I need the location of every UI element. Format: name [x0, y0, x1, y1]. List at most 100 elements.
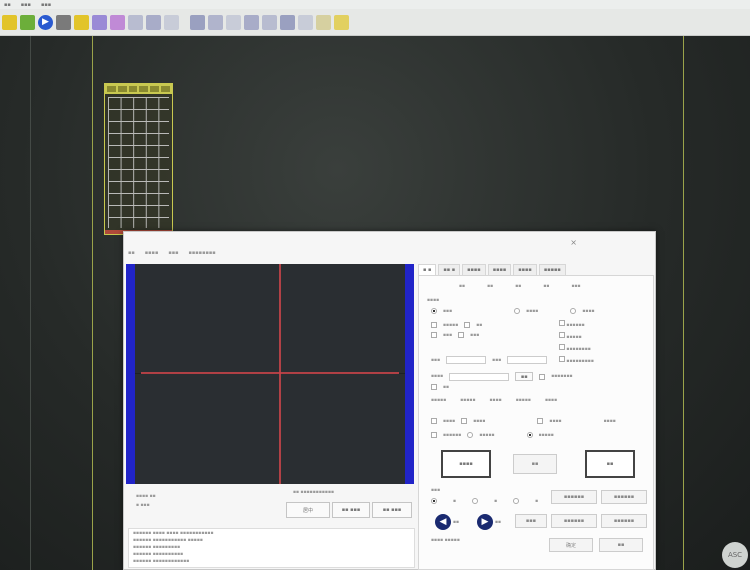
option-checkbox[interactable] [461, 418, 468, 424]
option-checkbox[interactable] [559, 356, 565, 362]
camera-dialog: × ▪▪ ▪▪▪▪ ▪▪▪ ▪▪▪▪▪▪▪▪ ▪▪▪▪ ▪▪ ▪ ▪▪▪ ▪▪ … [123, 231, 656, 570]
option-checkbox[interactable] [559, 332, 565, 338]
option-checkbox[interactable] [431, 322, 437, 328]
tool-icon[interactable] [190, 14, 205, 30]
step-radio[interactable] [431, 498, 437, 504]
step-radio[interactable] [513, 498, 520, 504]
layers-icon[interactable] [56, 14, 71, 30]
confirm-button[interactable]: ▪▪ [585, 450, 635, 478]
option-row: ▪▪▪▪▪ ▪▪▪▪▪ ▪▪▪▪ ▪▪▪▪▪ ▪▪▪▪ [431, 398, 558, 403]
tool-icon[interactable] [262, 14, 277, 30]
value-input[interactable] [507, 356, 548, 364]
close-icon[interactable]: × [570, 238, 577, 247]
menu-item[interactable]: ▪▪ [4, 2, 11, 8]
mode-radio[interactable] [570, 308, 577, 314]
menu-item[interactable]: ▪▪▪ [21, 2, 31, 8]
menu-bar: ▪▪ ▪▪▪ ▪▪▪ [0, 0, 750, 9]
value-input[interactable] [449, 372, 510, 381]
tool-icon[interactable] [146, 14, 161, 30]
tool-icon[interactable] [128, 14, 143, 30]
tool-icon[interactable] [244, 14, 259, 30]
settings-body: ▪▪ ▪▪ ▪▪ ▪▪ ▪▪▪ ▪▪▪▪ ▪▪▪ ▪▪▪▪ ▪▪▪▪ ▪▪▪▪▪ ▪▪ … [418, 275, 654, 570]
option-checkbox[interactable] [431, 418, 437, 424]
shape-icon[interactable] [92, 14, 107, 30]
grid-object[interactable] [104, 83, 173, 235]
cancel-button[interactable]: ▪▪ [599, 538, 643, 552]
capture-button[interactable]: ▪▪ ▪▪▪ [332, 502, 370, 518]
next-button[interactable]: ▪▪ ▪▪▪ [372, 502, 412, 518]
ok-button[interactable]: 确定 [549, 538, 593, 552]
option-checkbox[interactable] [537, 418, 544, 424]
dialog-menu-item[interactable]: ▪▪▪▪▪▪▪▪ [189, 250, 216, 256]
play-icon[interactable]: ▶ [38, 14, 53, 30]
tab[interactable]: ▪ ▪ [418, 264, 437, 275]
corner-badge[interactable]: ASC [722, 542, 748, 568]
option-row: ▪▪▪ ▪▪▪ [431, 332, 479, 338]
move-button[interactable]: ▪▪▪▪▪▪ [551, 490, 597, 504]
dialog-menu-item[interactable]: ▪▪▪ [168, 250, 178, 256]
move-button[interactable]: ▪▪▪▪▪▪ [601, 490, 647, 504]
option-row: ▪▪▪▪ ▪▪▪▪ ▪▪▪▪ ▪▪▪▪ [431, 418, 616, 424]
tab[interactable]: ▪▪▪▪ [513, 264, 537, 275]
option-checkbox[interactable] [431, 332, 437, 338]
main-toolbar: ▶ [0, 9, 750, 36]
tool-icon[interactable] [226, 14, 241, 30]
tool-icon[interactable] [298, 14, 313, 30]
option-checkbox[interactable] [431, 432, 437, 438]
input-row: ▪▪▪ ▪▪▪ [431, 356, 548, 364]
tool-icon[interactable] [208, 14, 223, 30]
preview-controls: ▪▪▪▪ ▪▪ ▪ ▪▪▪ ▪▪ ▪▪▪▪▪▪▪▪▪▪▪ 居中 ▪▪ ▪▪▪ ▪… [128, 488, 415, 568]
tool-icon[interactable] [280, 14, 295, 30]
menu-item[interactable]: ▪▪▪ [41, 2, 51, 8]
arrow-label: ▪▪ [453, 520, 460, 525]
coordinate-readout: ▪▪ ▪▪▪▪▪▪▪▪▪▪▪ [293, 490, 335, 495]
save-icon[interactable] [20, 14, 35, 30]
move-button[interactable]: ▪▪▪▪▪▪ [601, 514, 647, 528]
option-checkbox[interactable] [431, 384, 437, 390]
tool-icon[interactable] [334, 14, 349, 30]
arrow-right-icon[interactable]: ▶ [477, 514, 493, 530]
start-button[interactable]: ▪▪▪▪ [441, 450, 491, 478]
option-checkbox[interactable] [559, 320, 565, 326]
tab[interactable]: ▪▪▪▪ [462, 264, 486, 275]
note-icon[interactable] [74, 14, 89, 30]
arrow-label: ▪▪ [495, 520, 502, 525]
option-checkbox[interactable] [559, 344, 565, 350]
folder-icon[interactable] [2, 14, 17, 30]
log-panel: ▪▪▪▪▪▪ ▪▪▪▪ ▪▪▪▪ ▪▪▪▪▪▪▪▪▪▪▪ ▪▪▪▪▪▪ ▪▪▪▪… [128, 528, 415, 568]
status-label: ▪▪▪▪ ▪▪ [136, 494, 156, 499]
tool-icon[interactable] [316, 14, 331, 30]
move-button[interactable]: ▪▪▪▪▪▪ [551, 514, 597, 528]
mode-radio[interactable] [431, 308, 437, 314]
shape-icon[interactable] [110, 14, 125, 30]
option-checkbox[interactable] [539, 373, 546, 380]
tab[interactable]: ▪▪▪▪ [487, 264, 512, 275]
tool-icon[interactable] [164, 14, 179, 30]
camera-preview[interactable] [126, 264, 414, 484]
crosshair-horizontal [141, 372, 399, 374]
tab[interactable]: ▪▪ ▪ [438, 264, 461, 275]
tab[interactable]: ▪▪▪▪▪ [538, 264, 566, 275]
dialog-menu: ▪▪ ▪▪▪▪ ▪▪▪ ▪▪▪▪▪▪▪▪ [128, 250, 216, 256]
step-radio[interactable] [472, 498, 479, 504]
mode-radio[interactable] [514, 308, 521, 314]
dialog-menu-item[interactable]: ▪▪▪▪ [145, 250, 159, 256]
option-checkbox[interactable] [464, 322, 471, 328]
arrow-left-icon[interactable]: ◀ [435, 514, 451, 530]
option-checkbox[interactable] [458, 332, 465, 338]
option-radio[interactable] [526, 432, 533, 438]
move-button[interactable]: ▪▪▪ [515, 514, 547, 528]
footer-label: ▪▪▪▪ ▪▪▪▪▪ [431, 538, 460, 543]
guide-line-edge [30, 36, 31, 570]
stop-button[interactable]: ▪▪ [513, 454, 557, 474]
dialog-menu-item[interactable]: ▪▪ [128, 250, 135, 256]
guide-line-left [92, 36, 93, 570]
status-value: ▪ ▪▪▪ [136, 503, 150, 508]
value-input[interactable] [446, 356, 487, 364]
option-row: ▪▪▪ ▪▪▪▪ ▪▪▪▪ [431, 308, 595, 314]
option-radio[interactable] [467, 432, 474, 438]
input-row: ▪▪▪▪ ▪▪ ▪▪▪▪▪▪▪ [431, 372, 573, 381]
log-line: ▪▪▪▪▪▪ ▪▪▪▪▪▪▪▪▪ [133, 545, 181, 550]
center-button[interactable]: 居中 [286, 502, 330, 518]
apply-button[interactable]: ▪▪ [515, 372, 534, 381]
